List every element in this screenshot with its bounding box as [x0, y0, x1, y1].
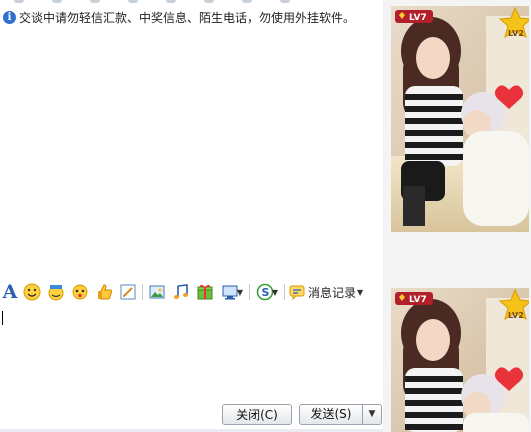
level-badge: LV7 [395, 10, 433, 23]
music-button[interactable] [169, 281, 193, 303]
toolbar-separator [142, 284, 143, 300]
svg-text:S: S [261, 286, 269, 299]
avatar-column: LV7 LV2 LV7 LV2 [383, 0, 531, 432]
text-caret [2, 311, 3, 325]
svg-text:LV2: LV2 [508, 29, 524, 38]
svg-text:LV2: LV2 [508, 311, 524, 320]
message-record-button[interactable]: 消息记录 ▼ [287, 281, 365, 303]
svg-text:LV7: LV7 [409, 295, 427, 305]
gift-icon [197, 284, 213, 300]
close-button[interactable]: 关闭(C) [222, 404, 292, 425]
level-badge: LV7 [395, 292, 433, 305]
toolbar-separator [284, 284, 285, 300]
gift-button[interactable] [193, 281, 217, 303]
shake-window-button[interactable] [68, 281, 92, 303]
chevron-down-icon: ▼ [236, 287, 244, 297]
message-record-label: 消息记录 [308, 285, 357, 300]
send-button[interactable]: 发送(S) [300, 405, 362, 424]
send-options-button[interactable]: ▼ [363, 405, 381, 424]
toolbar-separator [249, 284, 250, 300]
emoji-icon [23, 283, 41, 301]
font-button[interactable]: A [0, 281, 20, 303]
top-toolbar-edge [0, 0, 383, 4]
svg-text:LV7: LV7 [409, 13, 427, 23]
input-toolbar: A ▼ S ▼ 消息记录 ▼ [0, 280, 383, 304]
chevron-down-icon: ▼ [271, 287, 279, 297]
doodle-icon [120, 284, 136, 300]
image-button[interactable] [145, 281, 169, 303]
contact-avatar-show[interactable]: LV7 LV2 [391, 6, 529, 232]
info-icon: i [3, 10, 16, 24]
chat-history-panel[interactable]: i 交谈中请勿轻信汇款、中奖信息、陌生电话，勿使用外挂软件。 [0, 0, 383, 276]
doodle-button[interactable] [116, 281, 140, 303]
thumbs-up-icon [98, 284, 113, 300]
font-icon: A [2, 281, 18, 303]
my-avatar-image: LV7 LV2 [391, 288, 529, 432]
magic-face-icon [48, 285, 64, 301]
my-avatar-show[interactable]: LV7 LV2 [391, 288, 529, 432]
image-icon [149, 285, 165, 299]
contact-avatar-image: LV7 LV2 [391, 6, 529, 232]
message-record-icon [289, 285, 305, 300]
emoji-button[interactable] [20, 281, 44, 303]
security-notice-text: 交谈中请勿轻信汇款、中奖信息、陌生电话，勿使用外挂软件。 [19, 10, 356, 25]
send-button-group: 发送(S) ▼ [299, 404, 382, 425]
thumbs-up-button[interactable] [92, 281, 116, 303]
search-button[interactable]: S ▼ [252, 281, 282, 303]
chevron-down-icon: ▼ [357, 287, 364, 297]
music-icon [174, 284, 188, 299]
message-input[interactable] [0, 306, 383, 402]
shake-window-icon [72, 284, 88, 300]
screenshot-button[interactable]: ▼ [217, 281, 247, 303]
security-notice: i 交谈中请勿轻信汇款、中奖信息、陌生电话，勿使用外挂软件。 [3, 9, 355, 25]
magic-face-button[interactable] [44, 281, 68, 303]
